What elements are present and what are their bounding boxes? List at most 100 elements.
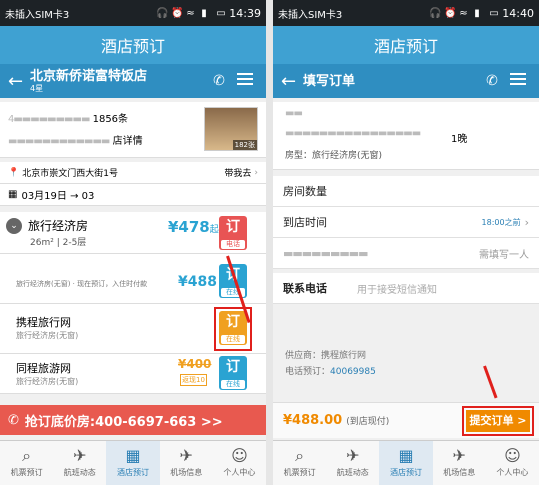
room-floor: 2-5层 [62,238,87,248]
alarm-icon: ⏰ [444,8,457,19]
hotel-detail-link[interactable]: 店详情 [113,136,143,147]
tab-flight-status[interactable]: ✈ 航班动态 [326,441,379,485]
phone-icon: ✆ [8,412,19,428]
tab-hotels[interactable]: ▦ 酒店预订 [379,441,433,485]
tab-flights[interactable]: ⌕ 机票预订 [0,441,53,485]
address-row[interactable]: 📍 北京市崇文门西大街1号 带我去 › [0,162,266,184]
order-form-screen: 未插入SIM卡3 🎧 ⏰ ≈ ▮ ▭ 14:40 酒店预订 ← 填写订单 ✆ ▬… [273,0,539,485]
room-size: 26m² [30,238,54,248]
supplier-row-ly[interactable]: 同程旅游网 旅行经济房(无窗) ¥400 返现10 订 在线 [0,354,266,394]
hotel-detail-screen: 未插入SIM卡3 🎧 ⏰ ≈ ▮ ▭ 14:39 酒店预订 ← 北京新侨诺富特饭… [0,0,266,485]
building-icon: ▦ [125,446,141,465]
order-nav-bar: ← 填写订单 ✆ [273,64,539,98]
menu-icon[interactable] [232,73,258,89]
order-summary-card: ▬▬ ▬▬▬▬▬▬▬▬▬▬▬▬▬▬▬▬ 1晚 房型：旅行经济房(无窗) [273,102,539,170]
offer-row[interactable]: 旅行经济房(无窗) · 现在预订，入住时付款 ¥488 订 在线 [0,254,266,304]
battery-icon: ▭ [489,8,499,19]
guest-row[interactable]: ▬▬▬▬▬▬▬▬▬ 需填写一人 [273,238,539,269]
hotel-nav-bar: ← 北京新侨诺富特饭店 4星 ✆ [0,64,266,98]
tab-hotels[interactable]: ▦ 酒店预订 [106,441,160,485]
phone-icon[interactable]: ✆ [206,73,232,89]
signal-icon: ▮ [201,8,207,19]
cashback-badge: 返现10 [180,374,207,386]
battery-icon: ▭ [216,8,226,19]
clock: 14:39 [229,6,261,20]
calendar-icon: ▦ [8,189,18,200]
promo-banner[interactable]: ✆ 抢订底价房:400-6697-663 >> [0,405,266,435]
offer-desc: 旅行经济房(无窗) · 现在预订，入住时付款 [16,280,148,288]
airport-icon: ✈ [452,446,466,465]
order-title: 填写订单 [303,73,356,89]
menu-icon[interactable] [505,73,531,89]
arrival-time-row[interactable]: 到店时间 18:00之前 › [273,207,539,238]
airplane-icon: ✈ [346,446,360,465]
status-bar: 未插入SIM卡3 🎧 ⏰ ≈ ▮ ▭ 14:40 [273,0,539,26]
collapse-icon[interactable]: ⌄ [6,218,22,234]
phone-label: 联系电话 [283,282,327,295]
airport-icon: ✈ [179,446,193,465]
offer-price: ¥488 [178,274,217,290]
app-title: 酒店预订 [273,26,539,64]
supplier-price: ¥400 [178,357,212,371]
chevron-right-icon: › [254,167,258,178]
chevron-right-icon: › [524,215,529,229]
guest-hint: 需填写一人 [479,249,529,261]
supplier-desc: 旅行经济房(无窗) [16,377,79,386]
booking-phone[interactable]: 40069985 [330,367,376,377]
app-title: 酒店预订 [0,26,266,64]
tab-flights[interactable]: ⌕ 机票预订 [273,441,326,485]
promo-text: 抢订底价房:400-6697-663 >> [24,414,223,430]
navigate-link[interactable]: 带我去 [224,166,251,179]
hotel-address: 北京市崇文门西大街1号 [22,169,118,179]
contact-phone-row[interactable]: 联系电话 用于接受短信通知 [273,273,539,304]
book-phone-button[interactable]: 订 电话 [219,216,247,250]
carrier-text: 未插入SIM卡3 [5,9,70,21]
submit-order-button[interactable]: 提交订单 > [466,410,530,432]
bottom-tab-bar: ⌕ 机票预订 ✈ 航班动态 ▦ 酒店预订 ✈ 机场信息 ☺ 个人中心 [273,440,539,485]
supplier-row-ctrip[interactable]: 携程旅行网 旅行经济房(无窗) 订 在线 [0,304,266,354]
back-arrow-icon[interactable]: ← [281,71,303,92]
book-ly-button[interactable]: 订 在线 [219,356,247,390]
carrier-text: 未插入SIM卡3 [278,9,343,21]
magnifier-icon: ⌕ [22,446,32,465]
order-room-type: 房型：旅行经济房(无窗) [285,151,383,161]
date-row[interactable]: ▦ 03月19日 → 03 [0,184,266,206]
arrival-value: 18:00之前 [481,217,521,227]
wifi-icon: ≈ [459,8,468,19]
arrival-label: 到店时间 [283,216,327,229]
hotel-stars: 4星 [30,83,44,93]
supplier-desc: 旅行经济房(无窗) [16,331,79,340]
headset-icon: 🎧 [429,8,442,19]
supplier-name: 携程旅行网 [16,316,71,329]
magnifier-icon: ⌕ [295,446,305,465]
tab-profile[interactable]: ☺ 个人中心 [213,441,266,485]
bottom-tab-bar: ⌕ 机票预订 ✈ 航班动态 ▦ 酒店预订 ✈ 机场信息 ☺ 个人中心 [0,440,266,485]
hotel-name: 北京新侨诺富特饭店 [30,68,148,84]
annotation-arrow [483,365,498,399]
submit-highlight-box: 提交订单 > [462,406,534,436]
tab-profile[interactable]: ☺ 个人中心 [486,441,539,485]
pay-note: (到店现付) [346,417,390,427]
tab-airport-info[interactable]: ✈ 机场信息 [433,441,486,485]
phone-icon[interactable]: ✆ [479,73,505,89]
stay-dates: 03月19日 → 03 [21,191,95,202]
room-count-row[interactable]: 房间数量 [273,176,539,207]
supplier-info: 供应商：携程旅行网 电话预订：40069985 [285,348,376,380]
back-arrow-icon[interactable]: ← [8,71,30,92]
nights: 1晚 [451,134,468,145]
location-pin-icon: 📍 [8,167,20,178]
room-type-row[interactable]: ⌄ 旅行经济房 26m² | 2-5层 ¥478起 订 电话 [0,212,266,254]
tab-airport-info[interactable]: ✈ 机场信息 [160,441,213,485]
hotel-photo[interactable]: 182张 [204,107,258,151]
person-icon: ☺ [231,446,248,465]
person-icon: ☺ [504,446,521,465]
hotel-summary-card[interactable]: 4▬▬▬▬▬▬▬▬▬ 1856条 ▬▬▬▬▬▬▬▬▬▬▬▬ 店详情 182张 [0,102,266,158]
tab-flight-status[interactable]: ✈ 航班动态 [53,441,106,485]
phone-input[interactable]: 用于接受短信通知 [357,281,437,296]
room-type: 旅行经济房 [28,219,89,233]
signal-icon: ▮ [474,8,480,19]
total-price: ¥488.00 [283,413,343,428]
checkout-bar: ¥488.00 (到店现付) 提交订单 > [273,402,539,438]
clock: 14:40 [502,6,534,20]
room-price: ¥478 [168,218,210,236]
